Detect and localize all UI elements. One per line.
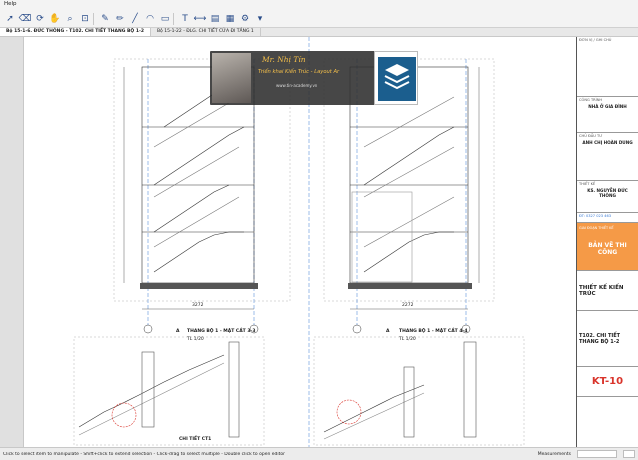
presenter-avatar [212, 53, 251, 103]
dimension-text-right: 2272 [402, 303, 414, 308]
measurements-label: Measurements [537, 451, 571, 457]
detail-ct1-title: CHI TIẾT CT1 [179, 437, 212, 442]
label-icon[interactable]: ▤ [208, 12, 222, 26]
viewport-frames [73, 58, 525, 446]
eraser-icon[interactable]: ⌫ [18, 12, 32, 26]
tb-stage: GIAI ĐOẠN THIẾT KẾ BẢN VẼ THI CÔNG [577, 223, 638, 271]
presenter-name: Mr. Nhị Tín [262, 55, 306, 64]
tb-owner: CHỦ ĐẦU TƯ ANH CHỊ HOÀN DUNG [577, 133, 638, 181]
section-4-4-scale: TL 1/20 [399, 337, 416, 342]
slab-left [140, 283, 258, 289]
section-3-3-title: THANG BỘ 1 - MẶT CẮT 3-3 [187, 329, 256, 334]
dimension-text-left: 3272 [192, 303, 204, 308]
presenter-website: www.tin-academy.vn [276, 83, 318, 88]
tab-door-detail[interactable]: Bộ 15-1-22 - ĐLG. CHI TIẾT CỬA ĐI TẦNG 1 [151, 28, 261, 36]
tb-designer: THIẾT KẾ KS. NGUYỄN ĐỨC THÔNG [577, 181, 638, 213]
section-3-3-scale: TL 1/20 [187, 337, 204, 342]
zoom-extents-icon[interactable]: ⊡ [78, 12, 92, 26]
pan-hand-icon[interactable]: ✋ [48, 12, 62, 26]
settings-icon[interactable]: ⚙ [238, 12, 252, 26]
tb-project: CÔNG TRÌNH NHÀ Ở GIA ĐÌNH [577, 97, 638, 133]
toolbar-separator [173, 13, 177, 25]
chevron-down-icon[interactable]: ▾ [253, 12, 267, 26]
menu-help[interactable]: Help [4, 1, 17, 7]
callout-circles [111, 399, 362, 428]
select-arrow-icon[interactable]: ➚ [3, 12, 17, 26]
section-4-4-marker: A [386, 329, 390, 334]
tb-phone: ĐT: 0327 023 463 [577, 213, 638, 223]
tb-drawing-title: T102. CHI TIẾT THANG BỘ 1-2 [577, 311, 638, 367]
table-icon[interactable]: ▦ [223, 12, 237, 26]
document-tabs: Bộ 15-1-6. ĐỨC THÔNG - T102. CHI TIẾT TH… [0, 28, 638, 37]
slab-right [348, 283, 472, 289]
orbit-icon[interactable]: ⟳ [33, 12, 47, 26]
status-hint: Click to select item to manipulate - Shi… [3, 451, 286, 457]
zoom-icon[interactable]: ⌕ [63, 12, 77, 26]
toolbar: ➚ ⌫ ⟳ ✋ ⌕ ⊡ ✎ ✏ ╱ ◠ ▭ T ⟷ ▤ ▦ ⚙ ▾ [0, 11, 638, 28]
line-icon[interactable]: ╱ [128, 12, 142, 26]
toolbar-separator [93, 13, 97, 25]
resize-grip-icon[interactable] [623, 450, 635, 458]
tab-stair-detail[interactable]: Bộ 15-1-6. ĐỨC THÔNG - T102. CHI TIẾT TH… [0, 28, 151, 36]
title-block: ĐƠN VỊ / GHI CHÚ CÔNG TRÌNH NHÀ Ở GIA ĐÌN… [576, 37, 638, 447]
detail-drawings [78, 341, 477, 440]
paint-icon[interactable]: ✎ [98, 12, 112, 26]
dimension-icon[interactable]: ⟷ [193, 12, 207, 26]
section-3-3-marker: A [176, 329, 180, 334]
arc-icon[interactable]: ◠ [143, 12, 157, 26]
tb-notes: ĐƠN VỊ / GHI CHÚ [577, 37, 638, 97]
academy-logo-icon [374, 51, 418, 105]
rectangle-icon[interactable]: ▭ [158, 12, 172, 26]
presenter-subtitle: Triển khai Kiến Trúc - Layout Ar [258, 69, 340, 75]
pencil-icon[interactable]: ✏ [113, 12, 127, 26]
menubar: Help [0, 0, 638, 11]
tb-sheet-number: KT-10 [577, 367, 638, 397]
presenter-overlay: Mr. Nhị Tín Triển khai Kiến Trúc - Layou… [210, 51, 418, 105]
tb-category: THIẾT KẾ KIẾN TRÚC [577, 271, 638, 311]
status-bar: Click to select item to manipulate - Shi… [0, 447, 638, 460]
section-4-4-title: THANG BỘ 1 - MẶT CẮT 4-4 [399, 329, 468, 334]
text-icon[interactable]: T [178, 12, 192, 26]
left-panel [0, 37, 24, 447]
drawing-canvas[interactable]: THANG BỘ 1 - MẶT CẮT 3-3 TL 1/20 THANG B… [24, 37, 638, 447]
measurements-input[interactable] [577, 450, 617, 458]
